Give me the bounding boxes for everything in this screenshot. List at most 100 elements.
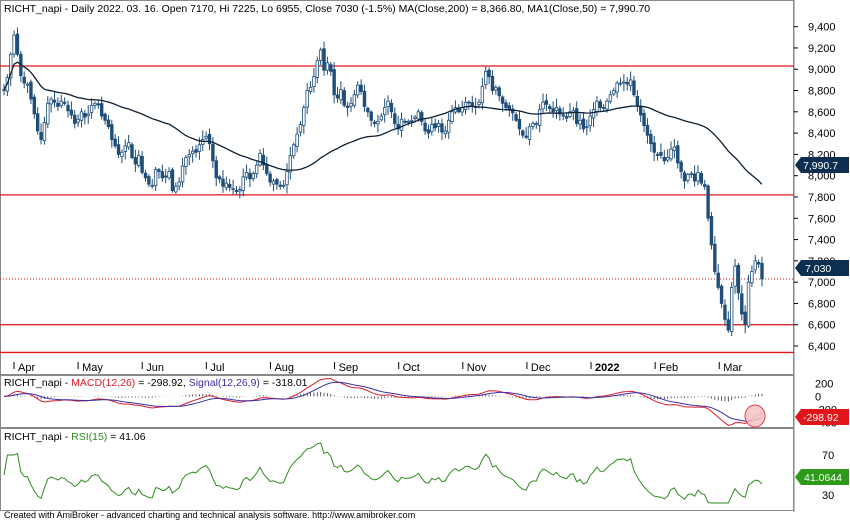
candle-body — [733, 265, 737, 287]
footer-credit: Created with AmiBroker - advanced charti… — [4, 510, 415, 520]
candle-body — [723, 304, 727, 320]
candle-body — [76, 118, 80, 123]
macd-highlight-circle — [744, 404, 766, 428]
moving-average-line — [3, 61, 763, 185]
candle-body — [157, 169, 161, 172]
candle-body — [537, 109, 542, 126]
candle-body — [244, 172, 249, 178]
candle-body — [32, 96, 37, 115]
candle-body — [581, 118, 586, 130]
candle-body — [487, 69, 491, 78]
candle-body — [211, 143, 215, 162]
candle-body — [174, 185, 178, 193]
candle-body — [116, 144, 121, 155]
candle-body — [177, 181, 181, 187]
candle-body — [302, 107, 306, 126]
candle-body — [652, 142, 656, 153]
month-label: Apr — [18, 362, 35, 374]
candle-body — [15, 33, 20, 55]
candle-body — [642, 113, 646, 127]
candle-body — [345, 105, 350, 108]
candle-body — [281, 184, 286, 187]
candle-body — [234, 190, 239, 193]
candle-body — [719, 285, 724, 304]
candle-body — [325, 62, 330, 71]
price-y-tick-label: 8,800 — [808, 86, 836, 98]
candle-body — [292, 144, 296, 157]
ma-value-badge: 7,990.7 — [795, 157, 849, 173]
price-y-axis: 9,4009,2009,0008,8008,6008,4008,2008,000… — [794, 22, 836, 353]
macd-value-badge: -298.92 — [795, 409, 849, 425]
candle-body — [470, 102, 474, 106]
candle-body — [106, 119, 111, 128]
candle-body — [615, 82, 619, 93]
candle-body — [504, 102, 508, 108]
candle-body — [497, 87, 501, 97]
candle-body — [123, 145, 127, 152]
candle-body — [490, 75, 495, 91]
candle-body — [231, 188, 235, 190]
candle-body — [679, 161, 683, 172]
candle-body — [83, 112, 87, 118]
month-label: Feb — [659, 362, 678, 374]
candle-body — [575, 108, 579, 124]
candle-body — [285, 171, 289, 186]
candle-body — [521, 130, 525, 136]
candle-body — [743, 311, 747, 326]
candle-body — [382, 107, 387, 116]
candle-body — [332, 69, 336, 96]
candle-body — [251, 173, 255, 179]
candle-body — [342, 90, 346, 106]
candle-body — [628, 79, 633, 87]
month-label: Nov — [467, 362, 487, 374]
candle-body — [416, 111, 421, 120]
candle-body — [467, 101, 471, 104]
month-label: Dec — [531, 362, 551, 374]
price-y-tick-label: 6,600 — [808, 320, 836, 332]
candle-body — [659, 151, 663, 156]
candle-body — [406, 120, 410, 123]
candle-body — [167, 171, 171, 179]
candle-body — [49, 98, 53, 105]
candle-body — [133, 157, 138, 165]
candle-body — [224, 182, 229, 189]
candle-body — [484, 70, 488, 86]
candle-body — [46, 102, 50, 125]
candle-body — [713, 243, 717, 272]
candle-body — [426, 129, 431, 134]
candle-body — [527, 126, 532, 140]
candle-body — [436, 123, 441, 127]
candle-body — [12, 34, 16, 55]
candle-body — [534, 123, 538, 125]
candle-body — [79, 111, 84, 121]
candle-body — [676, 145, 680, 164]
candle-body — [692, 173, 697, 182]
candle-body — [335, 94, 340, 99]
candle-body — [147, 176, 151, 185]
candle-body — [494, 86, 498, 91]
candle-body — [305, 90, 309, 108]
candle-body — [622, 81, 626, 84]
candle-body — [736, 264, 741, 294]
candle-body — [440, 123, 444, 133]
candle-body — [655, 153, 660, 156]
candle-body — [93, 102, 97, 106]
candle-body — [42, 122, 47, 142]
candle-body — [271, 180, 276, 185]
candle-body — [480, 85, 485, 104]
candle-body — [349, 102, 353, 107]
candle-body — [238, 189, 242, 192]
candle-body — [544, 100, 549, 105]
macd-title: RICHT_napi - MACD(12,26) = -298.92, Sign… — [4, 377, 308, 389]
candle-body — [450, 111, 454, 123]
month-label: Oct — [403, 362, 420, 374]
candle-body — [265, 164, 269, 174]
price-y-tick-label: 7,800 — [808, 192, 836, 204]
candle-body — [56, 102, 60, 107]
candle-body — [554, 107, 559, 112]
candle-body — [595, 100, 599, 112]
candle-body — [409, 119, 414, 122]
candle-body — [184, 157, 188, 167]
candle-body — [585, 126, 589, 129]
candle-body — [601, 107, 606, 110]
